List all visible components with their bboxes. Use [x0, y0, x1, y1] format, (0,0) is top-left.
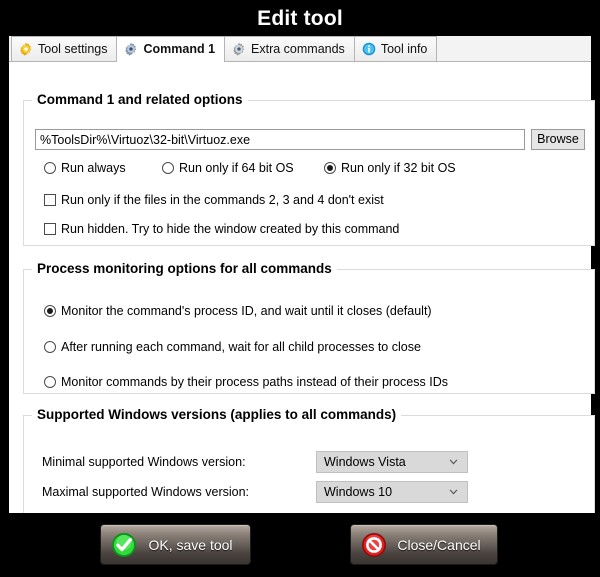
radio-label: After running each command, wait for all… — [61, 340, 421, 354]
radio-indicator — [324, 162, 336, 174]
chevron-down-icon — [449, 459, 458, 465]
radio-label: Run always — [61, 161, 126, 175]
maximal-version-value: Windows 10 — [324, 485, 393, 499]
process-monitoring-group: Process monitoring options for all comma… — [23, 261, 595, 394]
group-title: Supported Windows versions (applies to a… — [32, 407, 402, 424]
minimal-version-value: Windows Vista — [324, 455, 406, 469]
ok-save-tool-button[interactable]: OK, save tool — [100, 524, 251, 565]
gear-gray-icon — [233, 42, 245, 56]
tab-strip: Tool settings Command 1 Extra commands T… — [9, 36, 591, 62]
radio-indicator — [44, 341, 56, 353]
tab-label: Tool settings — [38, 41, 108, 56]
tab-tool-info[interactable]: Tool info — [353, 36, 438, 61]
ok-save-tool-label: OK, save tool — [148, 536, 233, 553]
checkbox-label: Run hidden. Try to hide the window creat… — [61, 222, 400, 236]
tab-extra-commands[interactable]: Extra commands — [224, 36, 355, 61]
radio-monitor-process-paths[interactable]: Monitor commands by their process paths … — [44, 375, 448, 389]
dialog-footer: OK, save tool Close/Cancel — [0, 513, 600, 577]
group-title: Process monitoring options for all comma… — [32, 261, 337, 278]
gear-blue-icon — [125, 42, 137, 56]
tab-label: Tool info — [380, 41, 428, 56]
window-title: Edit tool — [257, 6, 343, 30]
green-check-icon — [112, 532, 136, 557]
close-cancel-button[interactable]: Close/Cancel — [350, 524, 498, 565]
red-prohibition-icon — [362, 532, 386, 557]
radio-indicator — [162, 162, 174, 174]
window-titlebar: Edit tool — [0, 0, 600, 36]
radio-label: Monitor the command's process ID, and wa… — [61, 304, 432, 318]
radio-label: Monitor commands by their process paths … — [61, 375, 448, 389]
tab-command-1[interactable]: Command 1 — [116, 36, 226, 62]
radio-run-only-32bit[interactable]: Run only if 32 bit OS — [324, 161, 456, 175]
gear-yellow-icon — [20, 42, 32, 56]
checkbox-indicator — [44, 223, 56, 235]
radio-indicator — [44, 305, 56, 317]
command-path-row: Browse — [35, 129, 585, 150]
radio-monitor-process-id[interactable]: Monitor the command's process ID, and wa… — [44, 304, 432, 318]
minimal-version-row: Minimal supported Windows version: Windo… — [42, 451, 577, 473]
maximal-version-select[interactable]: Windows 10 — [316, 481, 468, 503]
radio-label: Run only if 64 bit OS — [179, 161, 294, 175]
edit-tool-window: Edit tool Tool settings Command 1 Extra … — [0, 0, 600, 577]
tab-content-command-1: Command 1 and related options Browse Run… — [9, 62, 595, 532]
chevron-down-icon — [449, 489, 458, 495]
radio-label: Run only if 32 bit OS — [341, 161, 456, 175]
info-icon — [362, 42, 376, 56]
maximal-version-label: Maximal supported Windows version: — [42, 485, 250, 499]
radio-indicator — [44, 162, 56, 174]
checkbox-run-hidden[interactable]: Run hidden. Try to hide the window creat… — [44, 222, 399, 236]
group-title: Command 1 and related options — [32, 92, 248, 109]
checkbox-label: Run only if the files in the commands 2,… — [61, 193, 384, 207]
browse-button[interactable]: Browse — [531, 129, 585, 150]
tab-tool-settings[interactable]: Tool settings — [11, 36, 118, 61]
command-options-group: Command 1 and related options Browse Run… — [23, 92, 595, 246]
close-cancel-label: Close/Cancel — [397, 536, 481, 553]
minimal-version-select[interactable]: Windows Vista — [316, 451, 468, 473]
radio-run-only-64bit[interactable]: Run only if 64 bit OS — [162, 161, 294, 175]
dialog-panel: Tool settings Command 1 Extra commands T… — [9, 36, 595, 532]
tab-label: Command 1 — [143, 41, 216, 56]
radio-wait-child-processes[interactable]: After running each command, wait for all… — [44, 340, 421, 354]
maximal-version-row: Maximal supported Windows version: Windo… — [42, 481, 577, 503]
radio-run-always[interactable]: Run always — [44, 161, 126, 175]
command-path-input[interactable] — [35, 129, 525, 150]
tab-label: Extra commands — [251, 41, 345, 56]
radio-indicator — [44, 376, 56, 388]
checkbox-indicator — [44, 194, 56, 206]
minimal-version-label: Minimal supported Windows version: — [42, 455, 246, 469]
checkbox-run-only-if-files-missing[interactable]: Run only if the files in the commands 2,… — [44, 193, 384, 207]
